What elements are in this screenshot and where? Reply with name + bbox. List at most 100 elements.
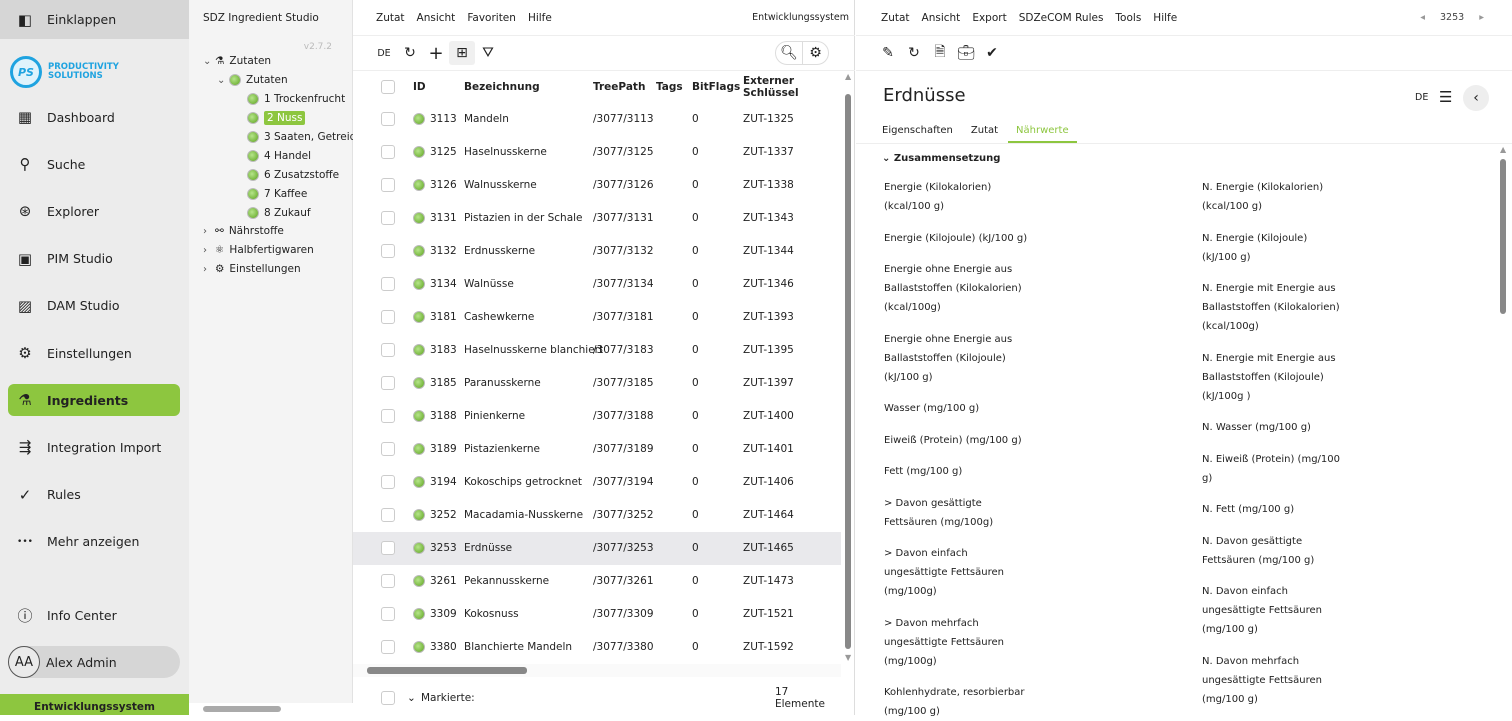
user-menu[interactable]: AAAlex Admin — [8, 646, 180, 678]
nav-item-rules[interactable]: ✓Rules — [8, 479, 180, 511]
menu-ansicht[interactable]: Ansicht — [922, 12, 961, 24]
chevron-right-icon[interactable]: › — [203, 264, 215, 275]
select-marked-checkbox[interactable] — [381, 691, 395, 705]
table-row[interactable]: 3252Macadamia-Nusskerne/3077/32520ZUT-14… — [353, 499, 841, 532]
prev-record-icon[interactable]: ◂ — [1420, 12, 1428, 23]
table-row[interactable]: 3253Erdnüsse/3077/32530ZUT-1465 — [353, 532, 841, 565]
select-all-checkbox[interactable] — [381, 80, 395, 94]
table-row[interactable]: 3126Walnusskerne/3077/31260ZUT-1338 — [353, 168, 841, 201]
col-treepath[interactable]: TreePath — [593, 81, 645, 93]
col-bitflags[interactable]: BitFlags — [692, 81, 740, 93]
row-checkbox[interactable] — [381, 574, 395, 588]
chevron-down-icon[interactable]: ⌄ — [407, 692, 416, 704]
add-icon[interactable]: + — [423, 41, 449, 65]
table-row[interactable]: 3188Pinienkerne/3077/31880ZUT-1400 — [353, 399, 841, 432]
tree-node[interactable]: 4 Handel — [247, 147, 311, 165]
table-row[interactable]: 3185Paranusskerne/3077/31850ZUT-1397 — [353, 366, 841, 399]
new-folder-icon[interactable]: ⊞ — [449, 41, 475, 65]
tree-node[interactable]: 7 Kaffee — [247, 185, 307, 203]
nav-item-einstellungen[interactable]: ⚙Einstellungen — [8, 337, 180, 369]
language-selector[interactable]: DE — [371, 41, 397, 65]
next-record-icon[interactable]: ▸ — [1476, 12, 1484, 23]
row-checkbox[interactable] — [381, 178, 395, 192]
nav-item-suche[interactable]: ⚲Suche — [8, 148, 180, 180]
row-checkbox[interactable] — [381, 376, 395, 390]
tree-node[interactable]: 6 Zusatzstoffe — [247, 166, 339, 184]
tree-node[interactable]: ›⚙Einstellungen — [203, 260, 301, 278]
row-checkbox[interactable] — [381, 508, 395, 522]
table-row[interactable]: 3132Erdnusskerne/3077/31320ZUT-1344 — [353, 234, 841, 267]
table-row[interactable]: 3113Mandeln/3077/31130ZUT-1325 — [353, 102, 841, 135]
row-checkbox[interactable] — [381, 475, 395, 489]
tree-node-zutaten-root[interactable]: ⌄⚗Zutaten — [203, 52, 271, 70]
row-checkbox[interactable] — [381, 244, 395, 258]
menu-sdzecom-rules[interactable]: SDZeCOM Rules — [1019, 12, 1104, 24]
menu-hilfe[interactable]: Hilfe — [528, 12, 552, 24]
section-zusammensetzung[interactable]: ⌄ Zusammensetzung — [882, 153, 1000, 164]
chevron-down-icon[interactable]: ⌄ — [203, 56, 215, 67]
col-tags[interactable]: Tags — [656, 81, 683, 93]
search-icon[interactable]: 🔍︎ — [776, 41, 802, 65]
document-icon[interactable]: 🗎 — [927, 41, 953, 65]
tree-node-zutaten[interactable]: ⌄Zutaten — [217, 71, 288, 89]
refresh-icon[interactable]: ↻ — [397, 41, 423, 65]
table-row[interactable]: 3125Haselnusskerne/3077/31250ZUT-1337 — [353, 135, 841, 168]
menu-export[interactable]: Export — [972, 12, 1006, 24]
row-checkbox[interactable] — [381, 640, 395, 654]
table-row[interactable]: 3261Pekannusskerne/3077/32610ZUT-1473 — [353, 565, 841, 598]
table-row[interactable]: 3309Kokosnuss/3077/33090ZUT-1521 — [353, 598, 841, 631]
table-row[interactable]: 3134Walnüsse/3077/31340ZUT-1346 — [353, 267, 841, 300]
chevron-right-icon[interactable]: › — [203, 245, 215, 256]
tree-node[interactable]: 2 Nuss — [247, 109, 305, 127]
tab-zutat[interactable]: Zutat — [971, 120, 998, 143]
tree-node[interactable]: ›⚯Nährstoffe — [203, 222, 284, 240]
col-id[interactable]: ID — [413, 81, 426, 93]
chevron-right-icon[interactable]: › — [203, 226, 215, 237]
row-checkbox[interactable] — [381, 145, 395, 159]
refresh-icon[interactable]: ↻ — [901, 41, 927, 65]
tab-eigenschaften[interactable]: Eigenschaften — [882, 120, 953, 143]
table-row[interactable]: 3181Cashewkerne/3077/31810ZUT-1393 — [353, 300, 841, 333]
nav-item-integration-import[interactable]: ⇶Integration Import — [8, 431, 180, 463]
collapse-button[interactable]: ◧Einklappen — [0, 0, 189, 39]
sliders-icon[interactable]: ☰ — [1439, 88, 1452, 106]
col-externer-schluessel[interactable]: Externer Schlüssel — [743, 75, 841, 99]
row-checkbox[interactable] — [381, 112, 395, 126]
table-row[interactable]: 3194Kokoschips getrocknet/3077/31940ZUT-… — [353, 466, 841, 499]
tree-node[interactable]: ›⚛Halbfertigwaren — [203, 241, 314, 259]
filter-icon[interactable]: ⛛ — [475, 41, 501, 65]
menu-zutat[interactable]: Zutat — [376, 12, 405, 24]
tree-node[interactable]: 3 Saaten, Getreide, — [247, 128, 366, 146]
nav-item-ingredients[interactable]: ⚗Ingredients — [8, 384, 180, 416]
check-circle-icon[interactable]: ✔ — [979, 41, 1005, 65]
list-vertical-scrollbar[interactable]: ▲ ▼ — [842, 72, 854, 664]
table-row[interactable]: 3189Pistazienkerne/3077/31890ZUT-1401 — [353, 433, 841, 466]
row-checkbox[interactable] — [381, 442, 395, 456]
tree-node[interactable]: 1 Trockenfrucht — [247, 90, 345, 108]
nav-item-explorer[interactable]: ⊛Explorer — [8, 195, 180, 227]
detail-vertical-scrollbar[interactable]: ▲ — [1498, 145, 1508, 715]
table-row[interactable]: 3131Pistazien in der Schale/3077/31310ZU… — [353, 201, 841, 234]
row-checkbox[interactable] — [381, 541, 395, 555]
col-bezeichnung[interactable]: Bezeichnung — [464, 81, 540, 93]
chevron-down-icon[interactable]: ⌄ — [217, 75, 229, 86]
menu-zutat[interactable]: Zutat — [881, 12, 910, 24]
row-checkbox[interactable] — [381, 310, 395, 324]
nav-item-dashboard[interactable]: ▦Dashboard — [8, 101, 180, 133]
nav-item-pim-studio[interactable]: ▣PIM Studio — [8, 243, 180, 275]
tree-horizontal-scrollbar[interactable] — [189, 703, 353, 715]
gear-icon[interactable]: ⚙ — [802, 41, 828, 65]
row-checkbox[interactable] — [381, 277, 395, 291]
nav-item-dam-studio[interactable]: ▨DAM Studio — [8, 290, 180, 322]
briefcase-icon[interactable]: 💼︎ — [953, 41, 979, 65]
language-selector[interactable]: DE — [1415, 92, 1428, 103]
row-checkbox[interactable] — [381, 211, 395, 225]
row-checkbox[interactable] — [381, 409, 395, 423]
row-checkbox[interactable] — [381, 607, 395, 621]
tree-node[interactable]: 8 Zukauf — [247, 204, 311, 222]
menu-ansicht[interactable]: Ansicht — [417, 12, 456, 24]
list-horizontal-scrollbar[interactable] — [353, 664, 841, 677]
tab-nährwerte[interactable]: Nährwerte — [1008, 120, 1077, 143]
menu-hilfe[interactable]: Hilfe — [1153, 12, 1177, 24]
table-row[interactable]: 3183Haselnusskerne blanchiert/3077/31830… — [353, 333, 841, 366]
